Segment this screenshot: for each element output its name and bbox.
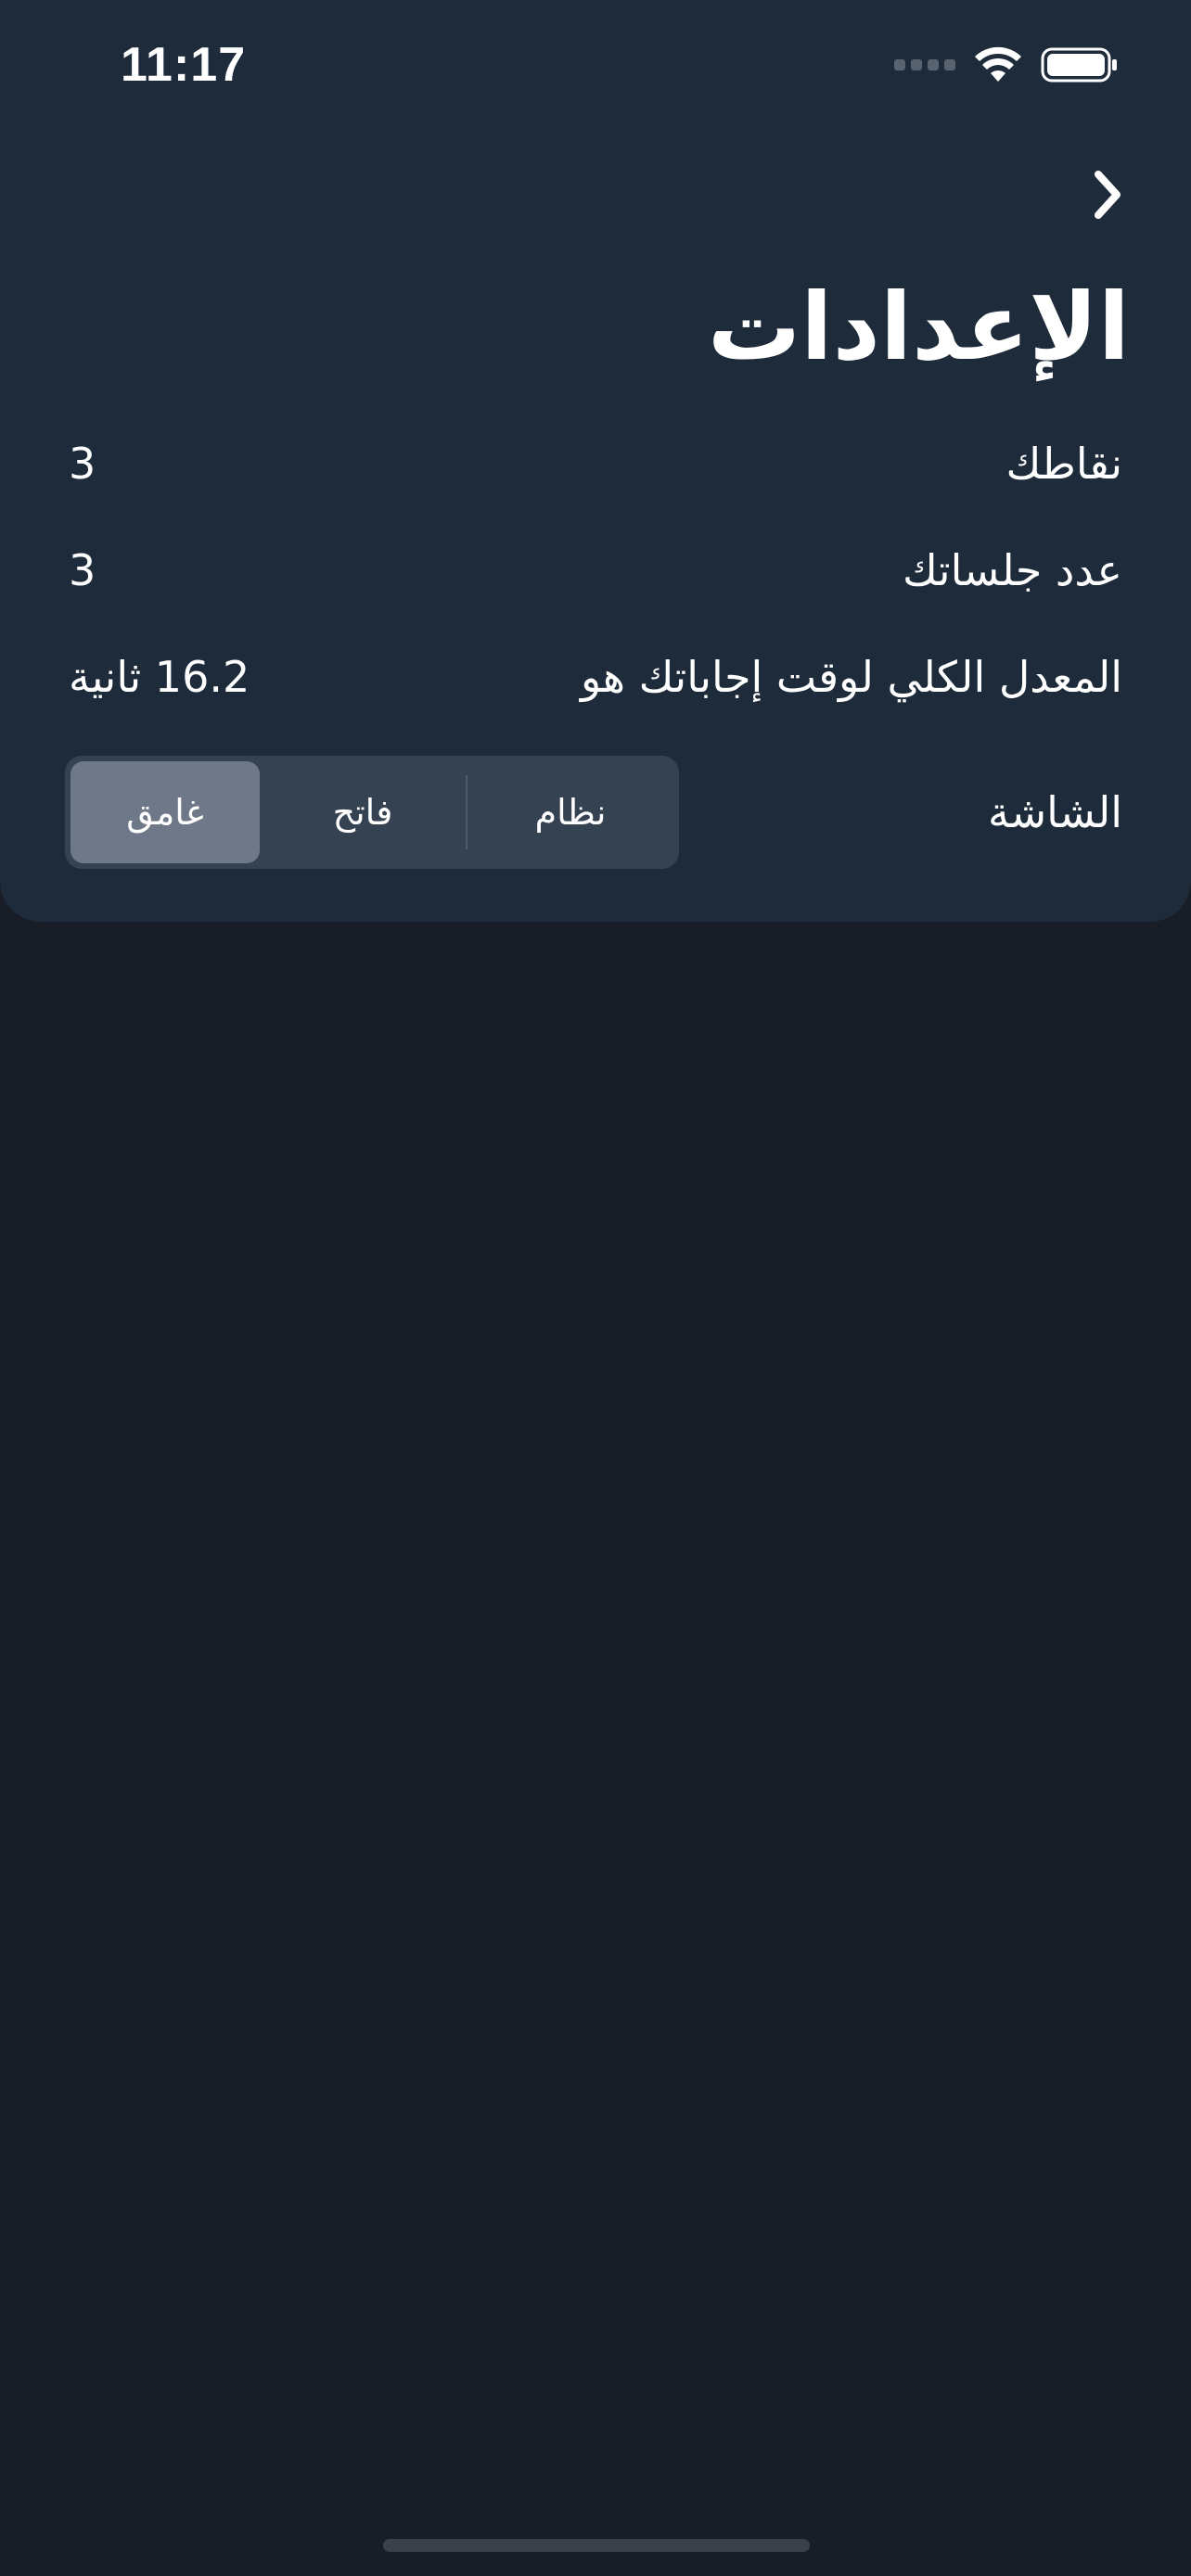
theme-option-light[interactable]: فاتح — [260, 761, 466, 863]
average-time-row: 16.2 ثانية المعدل الكلي لوقت إجاباتك هو — [69, 640, 1122, 714]
sessions-value: 3 — [69, 545, 96, 595]
theme-segmented-control: غامق فاتح نظام — [65, 756, 679, 869]
theme-option-system[interactable]: نظام — [467, 761, 673, 863]
theme-row: غامق فاتح نظام الشاشة — [65, 756, 1122, 869]
cellular-signal-icon — [894, 59, 955, 70]
points-row: 3 نقاطك — [69, 427, 1122, 501]
settings-header-card: 11:17 الإعدادات 3 نقاطك 3 عدد جلساتك 16.… — [0, 0, 1191, 922]
battery-icon — [1041, 47, 1117, 83]
status-icons — [894, 46, 1119, 83]
status-time: 11:17 — [121, 38, 247, 92]
sessions-label: عدد جلساتك — [903, 545, 1122, 595]
home-indicator[interactable] — [383, 2539, 810, 2552]
wifi-icon — [975, 46, 1021, 82]
theme-option-dark[interactable]: غامق — [70, 761, 260, 863]
average-time-label: المعدل الكلي لوقت إجاباتك هو — [581, 652, 1122, 702]
points-label: نقاطك — [1005, 439, 1122, 489]
sessions-row: 3 عدد جلساتك — [69, 533, 1122, 607]
back-button[interactable] — [1070, 158, 1145, 232]
points-value: 3 — [69, 439, 96, 489]
theme-label: الشاشة — [987, 787, 1122, 837]
chevron-right-icon — [1095, 171, 1121, 219]
page-title: الإعدادات — [707, 273, 1130, 381]
average-time-value: 16.2 ثانية — [69, 652, 250, 702]
